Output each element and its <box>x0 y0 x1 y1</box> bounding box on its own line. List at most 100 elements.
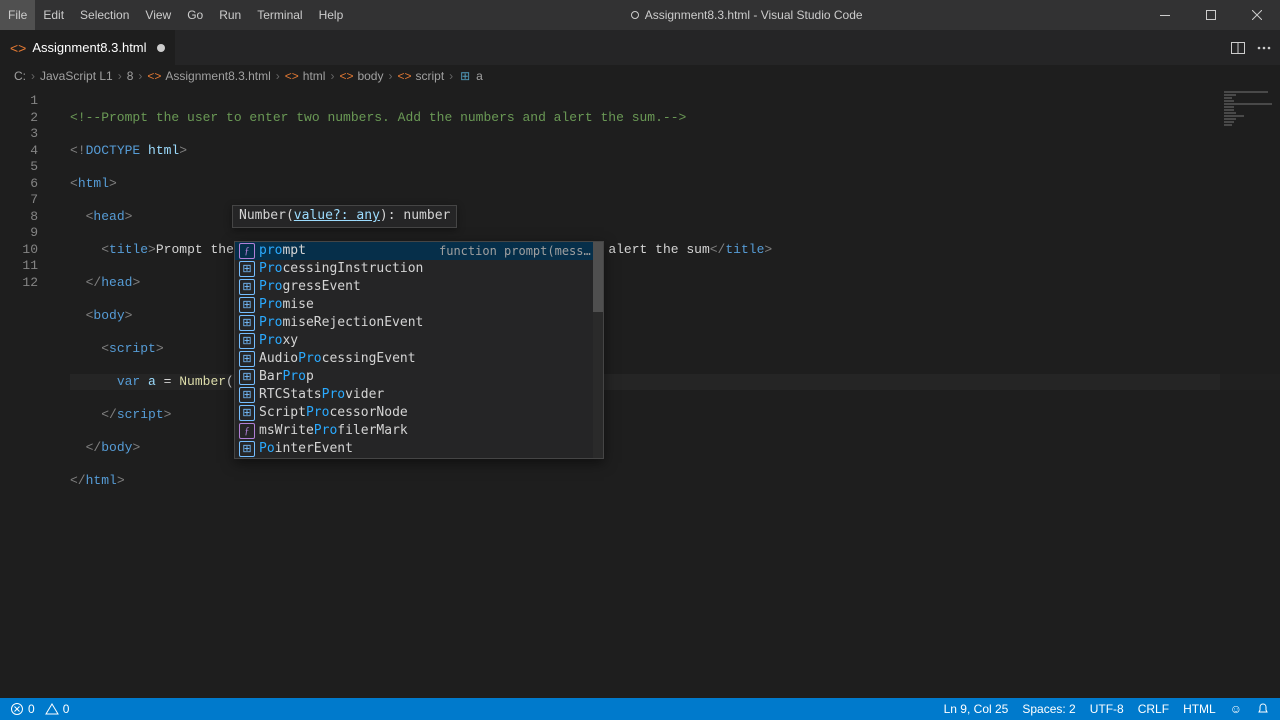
menu-file[interactable]: File <box>0 0 35 30</box>
suggestion-item[interactable]: ƒpromptfunction prompt(messa… <box>235 242 603 260</box>
menu-run[interactable]: Run <box>211 0 249 30</box>
chevron-right-icon: › <box>28 69 38 83</box>
line-number: 11 <box>0 258 56 275</box>
code-comment: <!--Prompt the user to enter two numbers… <box>70 110 686 125</box>
line-number: 5 <box>0 159 56 176</box>
variable-icon: ⊞ <box>239 261 255 277</box>
suggestion-item[interactable]: ⊞Promise <box>235 296 603 314</box>
minimize-button[interactable] <box>1142 0 1188 30</box>
status-errors[interactable]: 0 <box>10 702 35 716</box>
suggestion-item[interactable]: ⊞RTCStatsProvider <box>235 386 603 404</box>
line-number: 2 <box>0 110 56 127</box>
status-feedback-icon[interactable]: ☺ <box>1230 702 1242 716</box>
suggestion-label: PromiseRejectionEvent <box>259 315 599 332</box>
suggestion-item[interactable]: ⊞ProgressEvent <box>235 278 603 296</box>
suggestion-item[interactable]: ⊞AudioProcessingEvent <box>235 350 603 368</box>
minimap[interactable] <box>1220 87 1280 698</box>
status-notifications-icon[interactable] <box>1256 702 1270 716</box>
suggestion-item[interactable]: ⊞ScriptProcessorNode <box>235 404 603 422</box>
line-number: 9 <box>0 225 56 242</box>
breadcrumb-folder[interactable]: JavaScript L1 <box>40 69 113 83</box>
suggestion-label: Proxy <box>259 333 599 350</box>
suggestion-label: msWriteProfilerMark <box>259 423 599 440</box>
suggestion-item[interactable]: ƒmsWriteProfilerMark <box>235 422 603 440</box>
close-button[interactable] <box>1234 0 1280 30</box>
modified-dot-icon <box>631 11 639 19</box>
variable-icon: ⊞ <box>239 333 255 349</box>
menu-go[interactable]: Go <box>179 0 211 30</box>
suggestion-label: ScriptProcessorNode <box>259 405 599 422</box>
title-bar: FileEditSelectionViewGoRunTerminalHelp A… <box>0 0 1280 30</box>
breadcrumb-symbol[interactable]: <>body <box>339 69 383 83</box>
suggestion-item[interactable]: ⊞Proxy <box>235 332 603 350</box>
status-warnings[interactable]: 0 <box>45 702 70 716</box>
menu-terminal[interactable]: Terminal <box>249 0 310 30</box>
breadcrumb-folder[interactable]: 8 <box>127 69 134 83</box>
tab-modified-dot-icon <box>157 44 165 52</box>
menubar: FileEditSelectionViewGoRunTerminalHelp <box>0 0 351 30</box>
chevron-right-icon: › <box>446 69 456 83</box>
breadcrumb-symbol[interactable]: <>html <box>285 69 326 83</box>
breadcrumb-file[interactable]: <>Assignment8.3.html <box>147 69 270 83</box>
symbol-icon: <> <box>285 69 299 83</box>
line-number: 12 <box>0 275 56 292</box>
line-number: 8 <box>0 209 56 226</box>
variable-icon: ⊞ <box>239 297 255 313</box>
status-eol[interactable]: CRLF <box>1138 702 1169 716</box>
variable-icon: ⊞ <box>239 315 255 331</box>
chevron-right-icon: › <box>115 69 125 83</box>
variable-icon: ⊞ <box>239 441 255 457</box>
breadcrumb-symbol[interactable]: ⊞a <box>458 69 483 83</box>
line-number: 7 <box>0 192 56 209</box>
breadcrumb-symbol[interactable]: <>script <box>397 69 444 83</box>
suggestion-label: prompt <box>259 243 435 260</box>
tab-assignment-html[interactable]: <> Assignment8.3.html <box>0 30 176 65</box>
scrollbar-thumb[interactable] <box>593 242 603 312</box>
status-encoding[interactable]: UTF-8 <box>1090 702 1124 716</box>
breadcrumb-root[interactable]: C: <box>14 69 26 83</box>
method-icon: ƒ <box>239 423 255 439</box>
suggestion-label: AudioProcessingEvent <box>259 351 599 368</box>
variable-icon: ⊞ <box>458 69 472 83</box>
window-title-text: Assignment8.3.html - Visual Studio Code <box>645 8 863 22</box>
variable-icon: ⊞ <box>239 405 255 421</box>
menu-view[interactable]: View <box>137 0 179 30</box>
variable-icon: ⊞ <box>239 279 255 295</box>
tab-label: Assignment8.3.html <box>32 40 146 55</box>
menu-selection[interactable]: Selection <box>72 0 137 30</box>
code-editor[interactable]: 123456789101112 <!--Prompt the user to e… <box>0 87 1280 698</box>
suggest-scrollbar[interactable] <box>593 242 603 458</box>
html-file-icon: <> <box>10 40 26 56</box>
status-cursor-position[interactable]: Ln 9, Col 25 <box>944 702 1009 716</box>
suggestion-item[interactable]: ⊞PointerEvent <box>235 440 603 458</box>
suggestion-label: ProgressEvent <box>259 279 599 296</box>
tab-bar: <> Assignment8.3.html <box>0 30 1280 65</box>
suggestion-item[interactable]: ⊞PromiseRejectionEvent <box>235 314 603 332</box>
suggestion-detail: function prompt(messa… <box>439 243 599 260</box>
variable-icon: ⊞ <box>239 387 255 403</box>
menu-edit[interactable]: Edit <box>35 0 72 30</box>
status-bar: 0 0 Ln 9, Col 25 Spaces: 2 UTF-8 CRLF HT… <box>0 698 1280 720</box>
chevron-right-icon: › <box>273 69 283 83</box>
split-editor-icon[interactable] <box>1230 40 1246 56</box>
suggestion-label: ProcessingInstruction <box>259 261 599 278</box>
breadcrumb[interactable]: C:› JavaScript L1› 8› <>Assignment8.3.ht… <box>0 65 1280 87</box>
line-number: 6 <box>0 176 56 193</box>
chevron-right-icon: › <box>135 69 145 83</box>
menu-help[interactable]: Help <box>311 0 352 30</box>
autocomplete-popup[interactable]: ƒpromptfunction prompt(messa…⊞Processing… <box>234 241 604 459</box>
maximize-button[interactable] <box>1188 0 1234 30</box>
more-actions-icon[interactable] <box>1256 40 1272 56</box>
status-language[interactable]: HTML <box>1183 702 1216 716</box>
suggestion-label: PointerEvent <box>259 441 599 458</box>
chevron-right-icon: › <box>327 69 337 83</box>
method-icon: ƒ <box>239 243 255 259</box>
chevron-right-icon: › <box>385 69 395 83</box>
suggestion-item[interactable]: ⊞ProcessingInstruction <box>235 260 603 278</box>
suggestion-label: BarProp <box>259 369 599 386</box>
status-indentation[interactable]: Spaces: 2 <box>1022 702 1075 716</box>
line-number: 3 <box>0 126 56 143</box>
suggestion-label: Promise <box>259 297 599 314</box>
suggestion-item[interactable]: ⊞BarProp <box>235 368 603 386</box>
line-number: 10 <box>0 242 56 259</box>
